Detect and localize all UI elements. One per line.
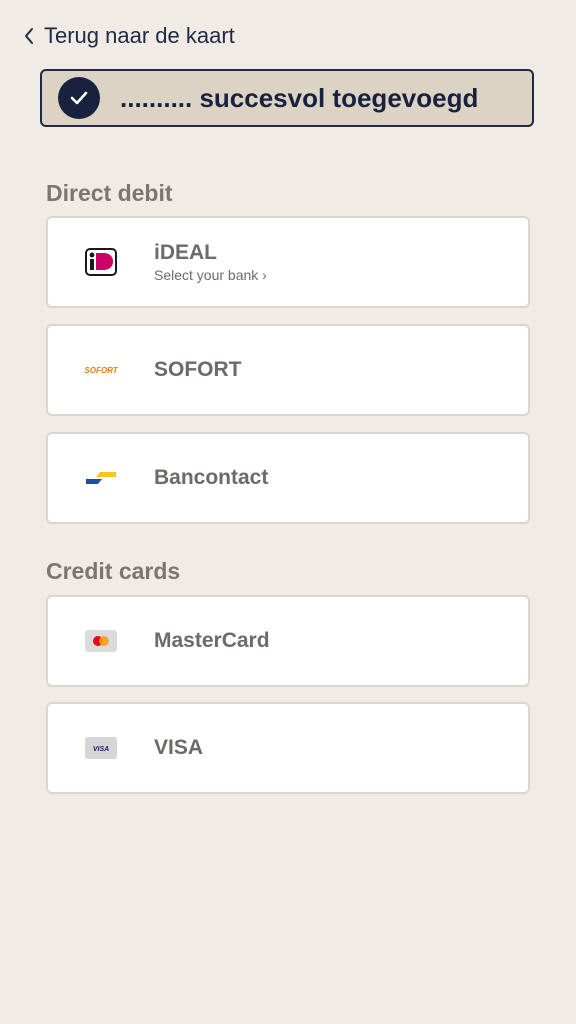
payment-option-visa[interactable]: VISA VISA — [46, 702, 530, 794]
ideal-select-bank: Select your bank › — [154, 267, 267, 283]
sofort-name: SOFORT — [154, 358, 242, 381]
visa-logo-icon: VISA — [84, 733, 118, 763]
mastercard-logo-icon — [84, 626, 118, 656]
back-link-label: Terug naar de kaart — [44, 23, 235, 48]
svg-text:VISA: VISA — [93, 746, 109, 753]
svg-text:SOFORT: SOFORT — [84, 366, 118, 375]
chevron-left-icon — [20, 22, 38, 50]
ideal-logo-icon — [84, 247, 118, 277]
payment-option-bancontact[interactable]: Bancontact — [46, 432, 530, 524]
section-title-credit-cards: Credit cards — [46, 558, 181, 584]
payment-option-mastercard[interactable]: MasterCard — [46, 595, 530, 687]
mastercard-name: MasterCard — [154, 629, 270, 652]
payment-option-sofort[interactable]: SOFORT SOFORT — [46, 324, 530, 416]
payment-option-ideal[interactable]: iDEAL Select your bank › — [46, 216, 530, 308]
checkmark-icon — [58, 77, 100, 119]
back-to-map-link[interactable]: Terug naar de kaart — [20, 22, 235, 50]
bancontact-name: Bancontact — [154, 466, 269, 489]
ideal-name: iDEAL — [154, 241, 217, 264]
section-title-direct-debit: Direct debit — [46, 180, 173, 206]
toast-message: .......... succesvol toegevoegd — [120, 82, 479, 113]
bancontact-logo-icon — [84, 463, 118, 493]
visa-name: VISA — [154, 736, 204, 759]
success-toast: .......... succesvol toegevoegd — [40, 69, 534, 127]
sofort-logo-icon: SOFORT — [84, 355, 118, 385]
